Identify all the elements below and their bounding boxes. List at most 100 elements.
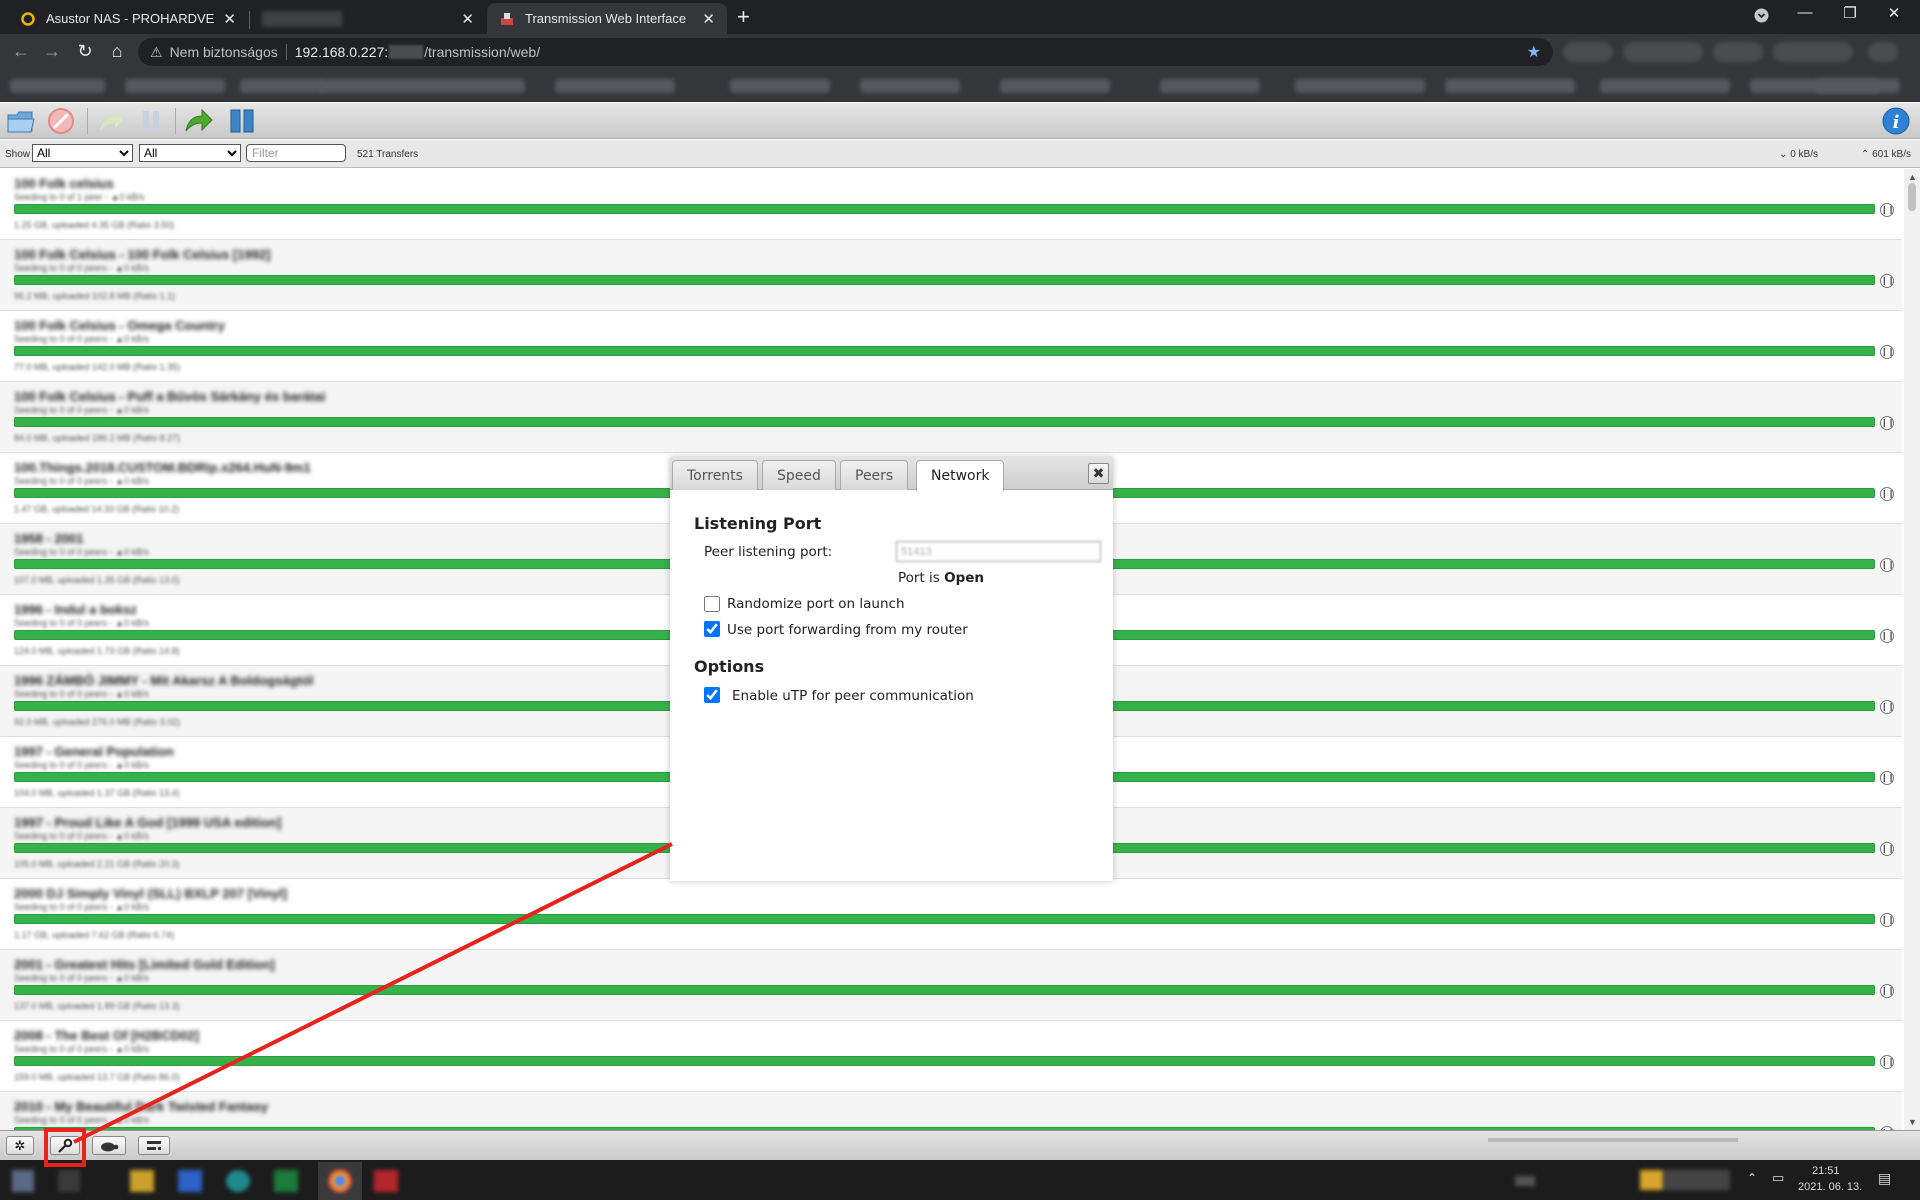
forward-icon[interactable]: →	[41, 41, 63, 62]
torrent-row[interactable]: 100 Folk Celsius - 100 Folk Celsius [199…	[0, 240, 1902, 311]
taskbar-app-icon[interactable]	[178, 1170, 202, 1192]
scroll-up-icon[interactable]: ▲	[1908, 172, 1917, 182]
inspector-button[interactable]: i	[1881, 106, 1911, 136]
tab-prohardver[interactable]: Asustor NAS - PROHARDVER! Ho ✕	[8, 3, 248, 34]
randomize-port-label[interactable]: Randomize port on launch	[727, 596, 905, 612]
torrent-row[interactable]: 100 Folk celsius Seeding to 0 of 1 peer -…	[0, 169, 1902, 240]
utp-checkbox[interactable]	[704, 687, 720, 703]
peer-port-input[interactable]	[896, 541, 1101, 562]
tab-close-icon[interactable]: ✕	[702, 10, 715, 28]
start-icon[interactable]	[12, 1170, 34, 1192]
port-forwarding-checkbox[interactable]	[704, 621, 720, 637]
bookmark-item[interactable]	[125, 79, 225, 93]
taskbar-app-icon[interactable]	[274, 1170, 298, 1192]
pause-resume-icon[interactable]: ❙❙	[1880, 487, 1894, 501]
tab-close-icon[interactable]: ✕	[223, 10, 236, 28]
torrent-row[interactable]: 2000 DJ Simply Vinyl (SLL) BXLP 207 [Vin…	[0, 879, 1902, 950]
close-window-icon[interactable]: ✕	[1874, 4, 1914, 22]
tab-search-icon[interactable]	[1741, 4, 1781, 27]
pause-resume-icon[interactable]: ❙❙	[1880, 416, 1894, 430]
address-bar[interactable]: ⚠ Nem biztonságos 192.168.0.227: /transm…	[138, 38, 1553, 66]
bookmark-item[interactable]	[1160, 79, 1260, 93]
torrent-row[interactable]: 2010 - My Beautiful Dark Twisted Fantasy…	[0, 1092, 1902, 1130]
new-tab-button[interactable]: +	[737, 4, 750, 30]
utp-label[interactable]: Enable uTP for peer communication	[732, 688, 974, 704]
filter-input[interactable]	[246, 144, 346, 162]
extension-icons[interactable]	[1563, 42, 1613, 62]
tab-transmission[interactable]: Transmission Web Interface ✕	[487, 3, 727, 34]
bookmark-item[interactable]	[1600, 79, 1730, 93]
bookmark-item[interactable]	[555, 79, 675, 93]
torrent-row[interactable]: 2001 - Greatest Hits [Limited Gold Editi…	[0, 950, 1902, 1021]
tab-torrents[interactable]: Torrents	[672, 460, 758, 490]
tab-blurred[interactable]: ✕	[250, 3, 486, 34]
bookmark-item[interactable]	[730, 79, 830, 93]
settings-gear-button[interactable]: ✲	[6, 1136, 34, 1155]
tab-speed[interactable]: Speed	[762, 460, 836, 490]
port-forwarding-label[interactable]: Use port forwarding from my router	[727, 622, 968, 638]
torrent-row[interactable]: 100 Folk Celsius - Puff a Bűvös Sárkány …	[0, 382, 1902, 453]
pause-torrent-button[interactable]	[136, 106, 166, 136]
pause-resume-icon[interactable]: ❙❙	[1880, 984, 1894, 998]
network-icon[interactable]: ▭	[1772, 1170, 1784, 1186]
bookmark-item[interactable]	[1445, 79, 1575, 93]
open-torrent-button[interactable]	[6, 106, 36, 136]
profile-button[interactable]	[1773, 42, 1853, 62]
torrent-row[interactable]: 100 Folk Celsius - Omega Country Seeding …	[0, 311, 1902, 382]
taskbar-app-icon[interactable]	[374, 1170, 398, 1192]
torrent-row[interactable]: 2008 - The Best Of [H2BCD02] Seeding to 0…	[0, 1021, 1902, 1092]
warning-icon[interactable]: ⚠	[150, 44, 163, 61]
file-explorer-icon[interactable]	[130, 1170, 154, 1192]
extension-icons[interactable]	[1623, 42, 1703, 62]
taskbar-app-icon[interactable]	[226, 1170, 250, 1192]
reload-icon[interactable]: ↻	[74, 41, 96, 62]
pause-resume-icon[interactable]: ❙❙	[1880, 203, 1894, 217]
scrollbar[interactable]: ▲ ▼	[1904, 169, 1920, 1130]
sort-menu-button[interactable]	[138, 1136, 170, 1155]
pause-resume-icon[interactable]: ❙❙	[1880, 629, 1894, 643]
clock-time[interactable]: 21:51	[1812, 1165, 1840, 1177]
tab-peers[interactable]: Peers	[840, 460, 909, 490]
minimize-icon[interactable]: —	[1785, 4, 1825, 21]
bookmark-item[interactable]	[1295, 79, 1425, 93]
scroll-thumb[interactable]	[1908, 183, 1916, 211]
menu-icon[interactable]	[1868, 42, 1898, 62]
bookmark-item[interactable]	[320, 79, 525, 93]
pause-resume-icon[interactable]: ❙❙	[1880, 345, 1894, 359]
pause-resume-icon[interactable]: ❙❙	[1880, 842, 1894, 856]
clock-date[interactable]: 2021. 06. 13.	[1798, 1181, 1862, 1193]
turtle-speed-button[interactable]	[92, 1136, 126, 1155]
preferences-button[interactable]	[50, 1136, 80, 1155]
close-dialog-icon[interactable]: ✖	[1088, 463, 1109, 484]
bookmark-item[interactable]	[240, 79, 325, 93]
randomize-port-checkbox[interactable]	[704, 596, 720, 612]
bookmark-star-icon[interactable]: ★	[1527, 42, 1541, 62]
tray-chevron-icon[interactable]: ⌃	[1747, 1171, 1757, 1185]
bookmark-item[interactable]	[1815, 79, 1900, 93]
taskbar-chrome-active[interactable]	[318, 1162, 362, 1200]
pause-all-button[interactable]	[227, 106, 257, 136]
pause-resume-icon[interactable]: ❙❙	[1880, 700, 1894, 714]
pause-resume-icon[interactable]: ❙❙	[1880, 771, 1894, 785]
status-filter-select[interactable]: All	[32, 144, 133, 162]
scroll-down-icon[interactable]: ▼	[1908, 1117, 1917, 1127]
bookmark-item[interactable]	[860, 79, 960, 93]
home-icon[interactable]: ⌂	[106, 41, 128, 62]
pause-resume-icon[interactable]: ❙❙	[1880, 1055, 1894, 1069]
start-all-button[interactable]	[184, 106, 214, 136]
tray-icon[interactable]	[1515, 1176, 1535, 1186]
weather-widget[interactable]	[1640, 1170, 1730, 1190]
tab-network[interactable]: Network	[916, 460, 1005, 491]
notification-icon[interactable]: ▤	[1878, 1170, 1891, 1187]
pause-resume-icon[interactable]: ❙❙	[1880, 558, 1894, 572]
start-torrent-button[interactable]	[96, 106, 126, 136]
pause-resume-icon[interactable]: ❙❙	[1880, 913, 1894, 927]
bookmark-item[interactable]	[1000, 79, 1110, 93]
back-icon[interactable]: ←	[10, 41, 32, 62]
extension-icons[interactable]	[1713, 42, 1763, 62]
taskbar-app-icon[interactable]	[58, 1170, 80, 1192]
tracker-filter-select[interactable]: All	[139, 144, 241, 162]
bookmark-item[interactable]	[10, 79, 105, 93]
security-label[interactable]: Nem biztonságos	[170, 44, 278, 60]
restore-icon[interactable]: ❐	[1830, 4, 1870, 22]
